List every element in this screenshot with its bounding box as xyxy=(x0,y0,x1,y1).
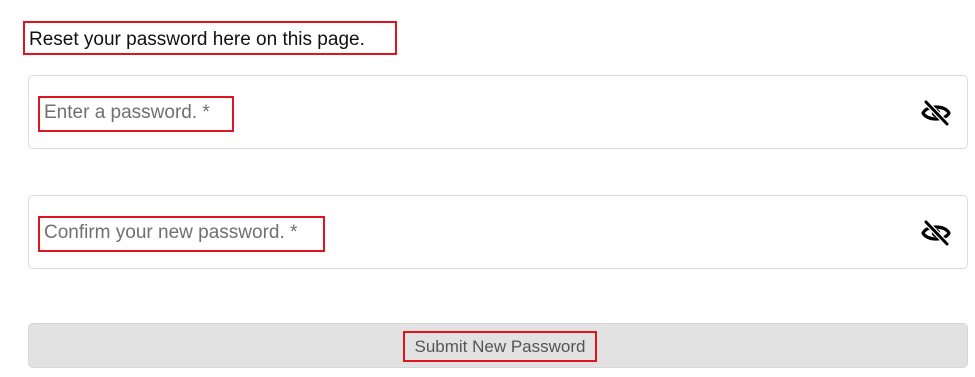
password-field[interactable]: Enter a password. * xyxy=(28,75,968,149)
confirm-password-field[interactable]: Confirm your new password. * xyxy=(28,195,968,269)
submit-new-password-button[interactable]: Submit New Password xyxy=(28,323,968,368)
password-placeholder: Enter a password. * xyxy=(38,96,234,132)
submit-button-label: Submit New Password xyxy=(403,331,597,362)
reset-password-page: Reset your password here on this page. E… xyxy=(0,0,975,377)
eye-slash-icon[interactable] xyxy=(921,220,951,246)
eye-slash-icon[interactable] xyxy=(921,100,951,126)
confirm-password-placeholder: Confirm your new password. * xyxy=(38,216,325,252)
page-title: Reset your password here on this page. xyxy=(23,21,397,55)
